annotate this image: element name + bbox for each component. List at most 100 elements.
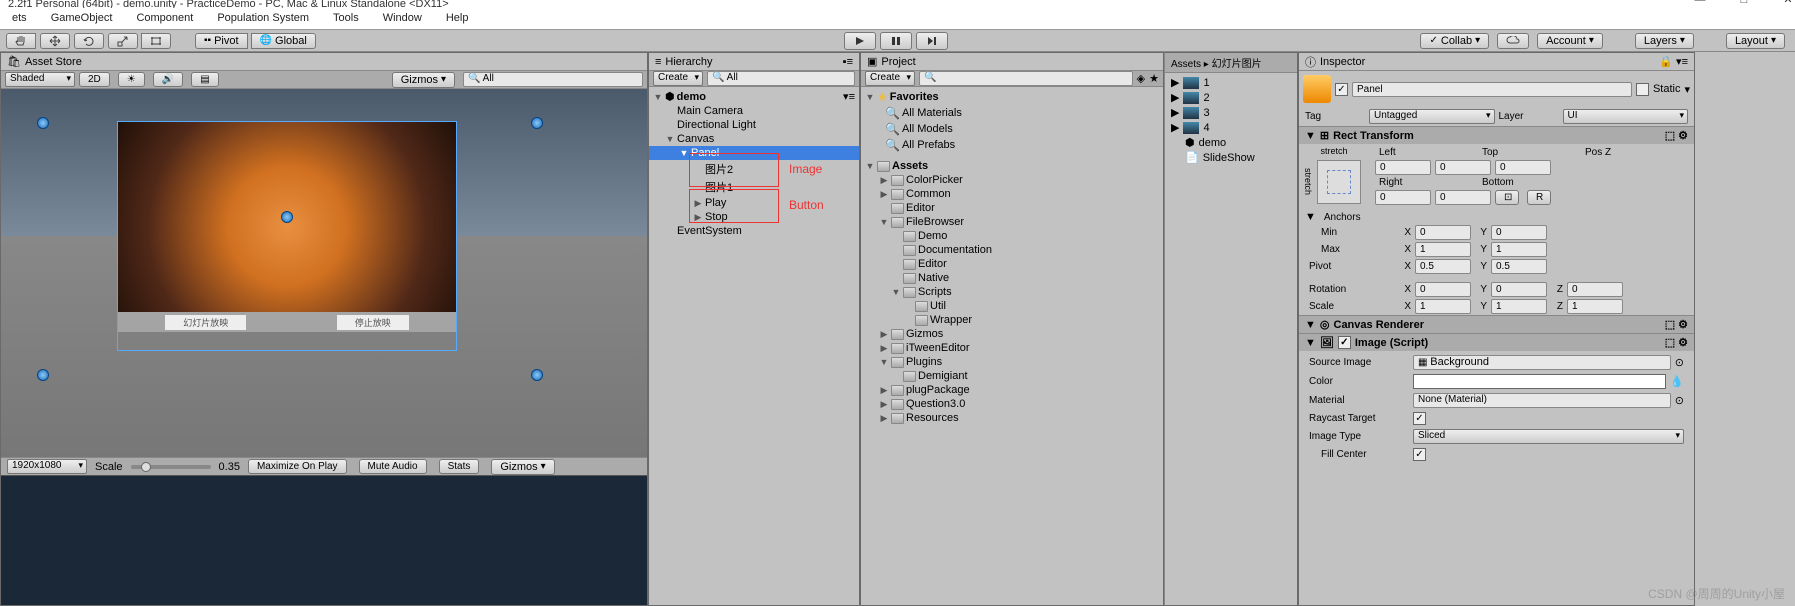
folder-demo[interactable]: Demo <box>861 229 1163 243</box>
image2-item[interactable]: 图片2 <box>649 160 859 178</box>
folder-util[interactable]: Util <box>861 299 1163 313</box>
folder-question[interactable]: ▶Question3.0 <box>861 397 1163 411</box>
image-script-header[interactable]: ▼🖼✓Image (Script)⬚ ⚙ <box>1299 334 1694 351</box>
scale-tool-button[interactable] <box>108 33 138 49</box>
source-image-field[interactable]: ▦ Background <box>1413 355 1671 370</box>
folder-editor[interactable]: Editor <box>861 201 1163 215</box>
game-view[interactable] <box>1 475 647 605</box>
project-create-dropdown[interactable]: Create <box>865 71 915 86</box>
image-enabled[interactable]: ✓ <box>1338 336 1351 349</box>
mute-button[interactable]: Mute Audio <box>359 459 427 474</box>
image-type-dropdown[interactable]: Sliced <box>1413 429 1684 444</box>
asset-2[interactable]: ▶2 <box>1165 90 1297 105</box>
scale-x[interactable] <box>1415 299 1471 314</box>
fav-materials[interactable]: 🔍All Materials <box>861 105 1163 121</box>
asset-slideshow[interactable]: 📄SlideShow <box>1165 150 1297 165</box>
pivot-button[interactable]: ▪▪ Pivot <box>195 33 248 49</box>
folder-native[interactable]: Native <box>861 271 1163 285</box>
raw-button[interactable]: R <box>1527 190 1551 205</box>
picker-icon[interactable]: ⊙ <box>1675 356 1684 369</box>
stop-item[interactable]: ▶Stop <box>649 210 859 224</box>
panel-item[interactable]: ▼Panel <box>649 146 859 160</box>
cloud-button[interactable] <box>1497 33 1529 49</box>
menu-help[interactable]: Help <box>442 10 473 27</box>
rect-transform-header[interactable]: ▼⊞Rect Transform⬚ ⚙ <box>1299 127 1694 144</box>
folder-filebrowser[interactable]: ▼FileBrowser <box>861 215 1163 229</box>
2d-toggle[interactable]: 2D <box>79 72 110 87</box>
posz-field[interactable] <box>1495 160 1551 175</box>
asset-1[interactable]: ▶1 <box>1165 75 1297 90</box>
anchor-icon[interactable] <box>37 369 49 381</box>
account-button[interactable]: Account ▾ <box>1537 33 1603 49</box>
pause-button[interactable] <box>880 32 912 50</box>
rect-tool-button[interactable] <box>141 33 171 49</box>
project-tab[interactable]: ▣ Project <box>861 53 1163 71</box>
asset-demo[interactable]: ⬢demo <box>1165 135 1297 150</box>
asset-4[interactable]: ▶4 <box>1165 120 1297 135</box>
layers-button[interactable]: Layers ▾ <box>1635 33 1694 49</box>
anchor-min-y[interactable] <box>1491 225 1547 240</box>
picker-icon[interactable]: ⊙ <box>1675 394 1684 407</box>
fav-models[interactable]: 🔍All Models <box>861 121 1163 137</box>
inspector-tab[interactable]: ⓘ Inspector 🔒 ▾≡ <box>1299 53 1694 71</box>
scene-search[interactable]: 🔍 All <box>463 72 643 87</box>
anchor-icon[interactable] <box>531 369 543 381</box>
folder-plugpackage[interactable]: ▶plugPackage <box>861 383 1163 397</box>
anchor-icon[interactable] <box>37 117 49 129</box>
active-checkbox[interactable]: ✓ <box>1335 83 1348 96</box>
menu-assets[interactable]: ets <box>8 10 31 27</box>
hierarchy-tab[interactable]: ≡ Hierarchy ▪≡ <box>649 53 859 71</box>
menu-gameobject[interactable]: GameObject <box>47 10 117 27</box>
center-gizmo-icon[interactable] <box>281 211 293 223</box>
scene-view[interactable]: 幻灯片放映 停止放映 <box>1 89 647 457</box>
folder-resources[interactable]: ▶Resources <box>861 411 1163 425</box>
folder-demigiant[interactable]: Demigiant <box>861 369 1163 383</box>
folder-editor2[interactable]: Editor <box>861 257 1163 271</box>
panel-object[interactable]: 幻灯片放映 停止放映 <box>117 121 457 351</box>
raycast-checkbox[interactable]: ✓ <box>1413 412 1426 425</box>
color-field[interactable] <box>1413 374 1666 389</box>
help-icon[interactable]: ⬚ ⚙ <box>1665 129 1688 142</box>
collab-button[interactable]: ✓ Collab ▾ <box>1420 33 1489 49</box>
main-camera-item[interactable]: Main Camera <box>649 104 859 118</box>
eyedropper-icon[interactable]: 💧 <box>1670 375 1684 388</box>
breadcrumb[interactable]: Assets ▸ 幻灯片图片 <box>1165 53 1297 73</box>
image1-item[interactable]: 图片1 <box>649 178 859 196</box>
project-search[interactable]: 🔍 <box>919 71 1133 86</box>
static-checkbox[interactable] <box>1636 83 1649 96</box>
menu-window[interactable]: Window <box>379 10 426 27</box>
directional-light-item[interactable]: Directional Light <box>649 118 859 132</box>
lock-icon[interactable]: 🔒 ▾≡ <box>1659 55 1688 68</box>
folder-wrapper[interactable]: Wrapper <box>861 313 1163 327</box>
fx-toggle[interactable]: ▤ <box>191 72 218 87</box>
layer-dropdown[interactable]: UI <box>1563 109 1689 124</box>
panel-menu-icon[interactable]: ▪≡ <box>843 56 853 68</box>
scene-root[interactable]: ▼⬢demo▾≡ <box>649 89 859 104</box>
rot-z[interactable] <box>1567 282 1623 297</box>
audio-toggle[interactable]: 🔊 <box>153 72 183 87</box>
menu-population[interactable]: Population System <box>213 10 313 27</box>
scale-y[interactable] <box>1491 299 1547 314</box>
scale-slider[interactable] <box>131 465 211 469</box>
anchor-icon[interactable] <box>531 117 543 129</box>
close-icon[interactable]: ✕ <box>1781 0 1795 8</box>
help-icon[interactable]: ⬚ ⚙ <box>1665 336 1688 349</box>
blueprint-button[interactable]: ⊡ <box>1495 190 1519 205</box>
assets-root[interactable]: ▼Assets <box>861 159 1163 173</box>
material-field[interactable]: None (Material) <box>1413 393 1671 408</box>
anchor-max-y[interactable] <box>1491 242 1547 257</box>
canvas-item[interactable]: ▼Canvas <box>649 132 859 146</box>
play-item[interactable]: ▶Play <box>649 196 859 210</box>
top-field[interactable] <box>1435 160 1491 175</box>
tag-dropdown[interactable]: Untagged <box>1369 109 1495 124</box>
shaded-dropdown[interactable]: Shaded <box>5 72 75 87</box>
rot-x[interactable] <box>1415 282 1471 297</box>
maximize-icon[interactable]: □ <box>1737 0 1751 8</box>
play-button[interactable] <box>844 32 876 50</box>
folder-scripts[interactable]: ▼Scripts <box>861 285 1163 299</box>
minimize-icon[interactable]: — <box>1693 0 1707 8</box>
bottom-field[interactable] <box>1435 190 1491 205</box>
rot-y[interactable] <box>1491 282 1547 297</box>
stats-button[interactable]: Stats <box>439 459 480 474</box>
anchor-min-x[interactable] <box>1415 225 1471 240</box>
